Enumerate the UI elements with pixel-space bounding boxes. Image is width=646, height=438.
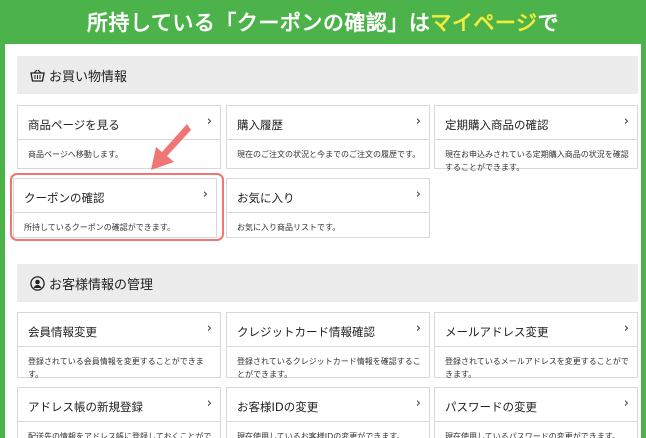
card-description: 登録されているクレジットカード情報を確認することができます。 bbox=[237, 357, 421, 379]
card-credit-card[interactable]: クレジットカード情報確認 › 登録されているクレジットカード情報を確認することがで… bbox=[226, 312, 430, 379]
card-title-row[interactable]: 購入履歴 › bbox=[227, 106, 429, 140]
page-banner: 所持している「クーポンの確認」は マイページで bbox=[0, 0, 646, 44]
card-title: お客様IDの変更 bbox=[237, 400, 319, 414]
chevron-right-icon: › bbox=[623, 114, 629, 129]
card-title-row[interactable]: メールアドレス変更 › bbox=[435, 313, 637, 347]
card-favorites[interactable]: お気に入り › お気に入り商品リストです。 bbox=[226, 178, 430, 238]
card-subscription[interactable]: 定期購入商品の確認 › 現在お申込みされている定期購入商品の状況を確認することがで… bbox=[434, 105, 638, 172]
card-purchase-history[interactable]: 購入履歴 › 現在のご注文の状況と今までのご注文の履歴です。 bbox=[226, 105, 430, 169]
card-title: 購入履歴 bbox=[237, 118, 283, 132]
card-description: お気に入り商品リストです。 bbox=[237, 223, 341, 232]
card-title: 会員情報変更 bbox=[28, 325, 97, 339]
chevron-right-icon: › bbox=[415, 396, 421, 411]
chevron-right-icon: › bbox=[623, 321, 629, 336]
card-address-book[interactable]: アドレス帳の新規登録 › 配送先の情報をアドレス帳に登録しておくことができます bbox=[17, 387, 221, 438]
card-title: アドレス帳の新規登録 bbox=[28, 400, 143, 414]
card-title: メールアドレス変更 bbox=[445, 325, 549, 339]
card-title-row[interactable]: アドレス帳の新規登録 › bbox=[18, 388, 220, 422]
card-title: 定期購入商品の確認 bbox=[445, 118, 549, 132]
card-title: パスワードの変更 bbox=[445, 400, 537, 414]
banner-highlight: マイページ bbox=[430, 11, 538, 35]
section-shopping-title: お買い物情報 bbox=[49, 69, 128, 85]
mypage-panel: お買い物情報 商品ページを見る › 商品ページへ移動します。 購入履歴 › 現在のご… bbox=[5, 44, 641, 438]
section-account-title: お客様情報の管理 bbox=[49, 277, 154, 293]
card-title-row[interactable]: パスワードの変更 › bbox=[435, 388, 637, 422]
card-description: 現在お申込みされている定期購入商品の状況を確認することができます。 bbox=[445, 150, 629, 172]
chevron-right-icon: › bbox=[415, 114, 421, 129]
chevron-right-icon: › bbox=[415, 187, 421, 202]
banner-text-end: で bbox=[537, 11, 559, 35]
section-account-header: お客様情報の管理 bbox=[17, 264, 638, 302]
chevron-right-icon: › bbox=[206, 321, 212, 336]
card-title-row[interactable]: 会員情報変更 › bbox=[18, 313, 220, 347]
chevron-right-icon: › bbox=[623, 396, 629, 411]
card-title-row[interactable]: お気に入り › bbox=[227, 179, 429, 213]
card-email-change[interactable]: メールアドレス変更 › 登録されているメールアドレスを変更することができます。 bbox=[434, 312, 638, 379]
user-circle-icon bbox=[29, 275, 45, 291]
card-customer-id[interactable]: お客様IDの変更 › 現在使用しているお客様IDの変更ができます。 bbox=[226, 387, 430, 438]
pointer-arrow-icon bbox=[151, 124, 191, 170]
coupon-highlight-frame bbox=[10, 173, 224, 241]
card-title: お気に入り bbox=[237, 191, 295, 205]
card-description: 現在使用しているお客様IDの変更ができます。 bbox=[237, 432, 405, 438]
section-shopping-header: お買い物情報 bbox=[17, 56, 638, 94]
card-title: 商品ページを見る bbox=[28, 118, 120, 132]
card-member-info[interactable]: 会員情報変更 › 登録されている会員情報を変更することができます。 bbox=[17, 312, 221, 379]
shopping-basket-icon bbox=[29, 67, 45, 83]
card-description: 登録されている会員情報を変更することができます。 bbox=[28, 357, 204, 379]
card-description: 現在使用しているパスワードの変更ができます。 bbox=[445, 432, 620, 438]
card-description: 現在のご注文の状況と今までのご注文の履歴です。 bbox=[237, 150, 421, 159]
card-title-row[interactable]: クレジットカード情報確認 › bbox=[227, 313, 429, 347]
card-description: 登録されているメールアドレスを変更することができます。 bbox=[445, 357, 629, 379]
chevron-right-icon: › bbox=[206, 396, 212, 411]
banner-text: 所持している「クーポンの確認」は bbox=[87, 11, 431, 35]
chevron-right-icon: › bbox=[206, 114, 212, 129]
card-password[interactable]: パスワードの変更 › 現在使用しているパスワードの変更ができます。 bbox=[434, 387, 638, 438]
chevron-right-icon: › bbox=[415, 321, 421, 336]
card-title-row[interactable]: お客様IDの変更 › bbox=[227, 388, 429, 422]
card-title: クレジットカード情報確認 bbox=[237, 325, 375, 339]
card-title-row[interactable]: 定期購入商品の確認 › bbox=[435, 106, 637, 140]
card-description: 配送先の情報をアドレス帳に登録しておくことができます bbox=[28, 432, 212, 438]
